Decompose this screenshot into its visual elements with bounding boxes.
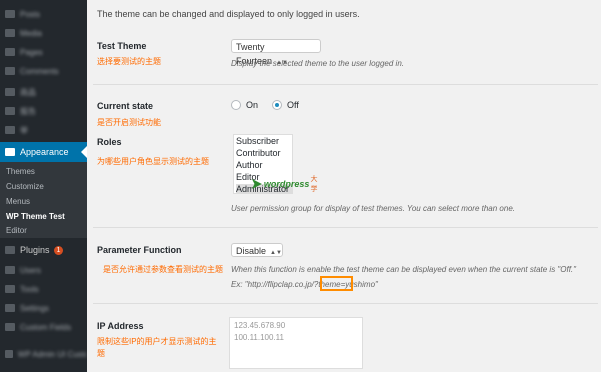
- current-state-note: 是否开启测试功能: [97, 118, 161, 127]
- reports-icon: [5, 107, 15, 115]
- sidebar-item-label: Settings: [20, 303, 49, 313]
- submenu-wp-theme-test[interactable]: WP Theme Test: [6, 212, 65, 221]
- sidebar-item-pages[interactable]: Pages: [0, 44, 87, 60]
- roles-note: 为哪些用户角色显示测试的主题: [97, 157, 209, 166]
- posts-icon: [5, 10, 15, 18]
- plug-icon: [5, 246, 15, 254]
- submenu-editor[interactable]: Editor: [6, 226, 27, 235]
- sidebar-item-label: Pages: [20, 47, 43, 57]
- media-icon: [5, 29, 15, 37]
- state-off-label: Off: [287, 100, 299, 110]
- sidebar-item-label: Tools: [20, 284, 39, 294]
- admin-sidebar: Posts Media Pages Comments 商品 报告 举 Appea…: [0, 0, 87, 372]
- role-option[interactable]: Author: [236, 160, 263, 170]
- roles-desc: User permission group for display of tes…: [231, 204, 515, 213]
- divider: [93, 84, 598, 85]
- comments-icon: [5, 67, 15, 75]
- intro-text: The theme can be changed and displayed t…: [97, 9, 360, 19]
- sidebar-item-admin-ui[interactable]: WP Admin UI Customize: [0, 346, 87, 362]
- admin-ui-icon: [5, 350, 13, 358]
- sidebar-item-media[interactable]: Media: [0, 25, 87, 41]
- sidebar-item-label: 报告: [20, 106, 36, 116]
- sidebar-item-posts[interactable]: Posts: [0, 6, 87, 22]
- state-off-radio[interactable]: [272, 100, 282, 110]
- sidebar-item-label: Plugins: [20, 245, 50, 255]
- sidebar-item-users[interactable]: Users: [0, 262, 87, 278]
- sidebar-item-label: Comments: [20, 66, 59, 76]
- sidebar-item-label: Appearance: [20, 147, 69, 157]
- ip-line: 123.45.678.90: [234, 321, 286, 330]
- ip-address-textarea[interactable]: 123.45.678.90 100.11.100.11: [229, 317, 363, 369]
- misc-icon: [5, 126, 15, 134]
- sidebar-item-products[interactable]: 商品: [0, 84, 87, 100]
- sidebar-item-misc[interactable]: 举: [0, 122, 87, 138]
- sidebar-item-appearance[interactable]: Appearance: [0, 142, 87, 162]
- test-theme-desc: Display the selected theme to the user l…: [231, 59, 404, 68]
- parameter-function-select[interactable]: Disable ▲▼: [231, 243, 283, 257]
- submenu-themes[interactable]: Themes: [6, 167, 35, 176]
- sidebar-item-label: WP Admin UI Customize: [17, 349, 87, 359]
- divider: [93, 303, 598, 304]
- settings-content: The theme can be changed and displayed t…: [87, 0, 601, 372]
- parameter-function-desc: When this function is enable the test th…: [231, 265, 576, 274]
- products-icon: [5, 88, 15, 96]
- role-option[interactable]: Subscriber: [236, 136, 279, 146]
- sidebar-item-tools[interactable]: Tools: [0, 281, 87, 297]
- wordpress-daxue-watermark: wordpress 大学: [252, 175, 322, 193]
- test-theme-label: Test Theme: [97, 41, 147, 51]
- sidebar-item-label: 商品: [20, 87, 36, 97]
- pages-icon: [5, 48, 15, 56]
- state-on-label: On: [246, 100, 259, 110]
- tools-icon: [5, 285, 15, 293]
- settings-icon: [5, 304, 15, 312]
- submenu-customize[interactable]: Customize: [6, 182, 44, 191]
- parameter-function-note: 是否允许通过参数查看测试的主题: [103, 265, 223, 274]
- parameter-function-label: Parameter Function: [97, 245, 182, 255]
- appearance-submenu: Themes Customize Menus WP Theme Test Edi…: [0, 162, 87, 238]
- watermark-logo-icon: [252, 179, 262, 189]
- sidebar-item-comments[interactable]: Comments: [0, 63, 87, 79]
- sidebar-item-label: 举: [20, 125, 28, 135]
- divider: [93, 227, 598, 228]
- watermark-cn: 大学: [310, 176, 318, 193]
- state-on-radio[interactable]: [231, 100, 241, 110]
- ip-address-note: 限制这些IP的用户才显示测试的主题: [97, 337, 217, 358]
- sidebar-item-label: Users: [20, 265, 41, 275]
- chevron-updown-icon: ▲▼: [270, 250, 282, 256]
- sidebar-item-label: Posts: [20, 9, 41, 19]
- paintbrush-icon: [5, 148, 15, 156]
- sidebar-item-custom-fields[interactable]: Custom Fields: [0, 319, 87, 335]
- theme-param-highlight: [320, 276, 353, 291]
- ip-line: 100.11.100.11: [234, 333, 284, 342]
- submenu-menus[interactable]: Menus: [6, 197, 30, 206]
- ip-address-label: IP Address: [97, 321, 144, 331]
- sidebar-item-label: Media: [20, 28, 42, 38]
- sidebar-item-reports[interactable]: 报告: [0, 103, 87, 119]
- custom-fields-icon: [5, 323, 15, 331]
- sidebar-item-label: Custom Fields: [20, 322, 72, 332]
- roles-label: Roles: [97, 137, 122, 147]
- sidebar-item-settings[interactable]: Settings: [0, 300, 87, 316]
- watermark-text: wordpress: [263, 179, 310, 189]
- update-count-badge: 1: [53, 245, 64, 255]
- test-theme-note: 选择要测试的主题: [97, 57, 161, 66]
- users-icon: [5, 266, 15, 274]
- parameter-function-value: Disable: [236, 246, 267, 256]
- test-theme-select[interactable]: Twenty Fourteen ▲▼: [231, 39, 321, 66]
- role-option[interactable]: Contributor: [236, 148, 281, 158]
- sidebar-item-plugins[interactable]: Plugins 1: [0, 242, 87, 258]
- parameter-function-example: Ex: "http://flipclap.co.jp/?theme=yushim…: [231, 280, 378, 289]
- current-state-label: Current state: [97, 101, 154, 111]
